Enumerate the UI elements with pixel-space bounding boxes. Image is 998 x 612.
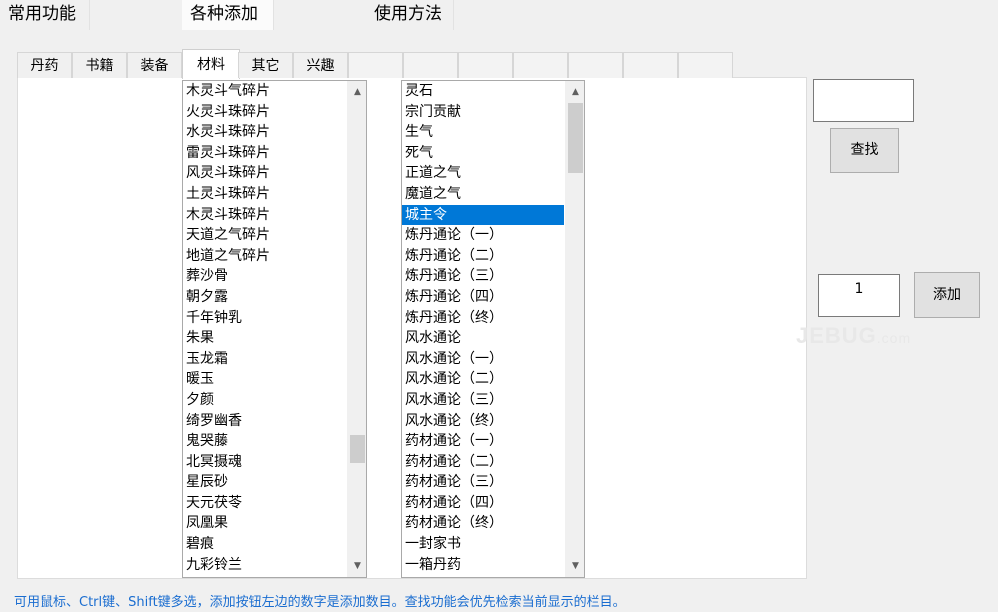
list-item[interactable]: 碧痕: [183, 534, 345, 555]
list-item[interactable]: 风水通论: [402, 328, 564, 349]
list-item[interactable]: 药材通论（四）: [402, 493, 564, 514]
list-item[interactable]: 地道之气碎片: [183, 246, 345, 267]
list-item[interactable]: 一封家书: [402, 534, 564, 555]
list-item[interactable]: 药材通论（二）: [402, 452, 564, 473]
list-item[interactable]: 北冥摄魂: [183, 452, 345, 473]
tab-empty[interactable]: [403, 52, 458, 78]
list-item[interactable]: 天元茯苓: [183, 493, 345, 514]
list-item[interactable]: 鬼哭藤: [183, 431, 345, 452]
list-item[interactable]: 水灵斗珠碎片: [183, 122, 345, 143]
list-item[interactable]: 火灵斗珠碎片: [183, 102, 345, 123]
search-button[interactable]: 查找: [830, 128, 899, 173]
items-scrollbar[interactable]: ▲ ▼: [565, 81, 584, 577]
list-item[interactable]: 绮罗幽香: [183, 411, 345, 432]
tab-usage[interactable]: 使用方法: [366, 0, 454, 30]
materials-listbox[interactable]: 木灵斗气碎片 火灵斗珠碎片 水灵斗珠碎片 雷灵斗珠碎片 风灵斗珠碎片 土灵斗珠碎片 木灵斗珠…: [182, 80, 367, 578]
tab-others[interactable]: 其它: [238, 52, 293, 78]
quantity-input[interactable]: 1: [818, 274, 900, 317]
list-item[interactable]: 玉龙霜: [183, 349, 345, 370]
tab-materials[interactable]: 材料: [182, 49, 240, 79]
tab-interests[interactable]: 兴趣: [293, 52, 348, 78]
list-item[interactable]: 炼丹通论（二）: [402, 246, 564, 267]
list-item[interactable]: 夕颜: [183, 390, 345, 411]
materials-list: 木灵斗气碎片 火灵斗珠碎片 水灵斗珠碎片 雷灵斗珠碎片 风灵斗珠碎片 土灵斗珠碎片 木灵斗珠…: [183, 81, 345, 575]
list-item[interactable]: 城主令: [402, 204, 564, 226]
list-item[interactable]: 风水通论（二）: [402, 369, 564, 390]
list-item[interactable]: 朝夕露: [183, 287, 345, 308]
list-item[interactable]: 炼丹通论（三）: [402, 266, 564, 287]
list-item[interactable]: 药材通论（终）: [402, 513, 564, 534]
list-item[interactable]: 风水通论（一）: [402, 349, 564, 370]
tab-empty[interactable]: [623, 52, 678, 78]
list-item[interactable]: 星辰砂: [183, 472, 345, 493]
add-button[interactable]: 添加: [914, 272, 980, 318]
list-item[interactable]: 灵石: [402, 81, 564, 102]
scroll-down-icon[interactable]: ▼: [348, 557, 366, 575]
list-item[interactable]: 生气: [402, 122, 564, 143]
tab-equipment[interactable]: 装备: [127, 52, 182, 78]
items-list: 灵石 宗门贡献 生气 死气 正道之气 魔道之气 城主令 炼丹通论（一） 炼丹通论（二） 炼丹通论（…: [402, 81, 564, 575]
tab-common-functions[interactable]: 常用功能: [0, 0, 90, 30]
scroll-down-icon[interactable]: ▼: [566, 557, 584, 575]
list-item[interactable]: 九彩铃兰: [183, 555, 345, 576]
list-item[interactable]: 风水通论（终）: [402, 411, 564, 432]
items-listbox[interactable]: 灵石 宗门贡献 生气 死气 正道之气 魔道之气 城主令 炼丹通论（一） 炼丹通论（二） 炼丹通论（…: [401, 80, 585, 578]
tab-empty[interactable]: [568, 52, 623, 78]
scroll-thumb[interactable]: [568, 103, 583, 173]
help-text: 可用鼠标、Ctrl键、Shift键多选，添加按钮左边的数字是添加数目。查找功能会…: [14, 595, 626, 610]
scroll-thumb[interactable]: [350, 435, 365, 463]
list-item[interactable]: 朱果: [183, 328, 345, 349]
list-item[interactable]: 雷灵斗珠碎片: [183, 143, 345, 164]
scroll-up-icon[interactable]: ▲: [566, 83, 584, 101]
list-item[interactable]: 宗门贡献: [402, 102, 564, 123]
list-item[interactable]: 木灵斗珠碎片: [183, 205, 345, 226]
list-item[interactable]: 正道之气: [402, 163, 564, 184]
tab-books[interactable]: 书籍: [72, 52, 127, 78]
top-tab-bar: 常用功能 各种添加 使用方法: [0, 0, 998, 30]
tab-pills[interactable]: 丹药: [17, 52, 72, 78]
list-item[interactable]: 炼丹通论（一）: [402, 225, 564, 246]
watermark-logo: JEBUG.com: [796, 323, 912, 348]
list-item[interactable]: 风灵斗珠碎片: [183, 163, 345, 184]
tab-empty[interactable]: [348, 52, 403, 78]
tab-empty[interactable]: [678, 52, 733, 78]
list-item[interactable]: 凤凰果: [183, 513, 345, 534]
list-item[interactable]: 一箱丹药: [402, 555, 564, 576]
list-item[interactable]: 死气: [402, 143, 564, 164]
search-input[interactable]: [813, 79, 914, 122]
list-item[interactable]: 土灵斗珠碎片: [183, 184, 345, 205]
list-item[interactable]: 千年钟乳: [183, 308, 345, 329]
materials-scrollbar[interactable]: ▲ ▼: [347, 81, 366, 577]
list-item[interactable]: 炼丹通论（四）: [402, 287, 564, 308]
scroll-up-icon[interactable]: ▲: [348, 83, 366, 101]
tab-empty[interactable]: [458, 52, 513, 78]
list-item[interactable]: 炼丹通论（终）: [402, 308, 564, 329]
list-item[interactable]: 魔道之气: [402, 184, 564, 205]
list-item[interactable]: 药材通论（一）: [402, 431, 564, 452]
list-item[interactable]: 暖玉: [183, 369, 345, 390]
list-item[interactable]: 木灵斗气碎片: [183, 81, 345, 102]
list-item[interactable]: 风水通论（三）: [402, 390, 564, 411]
tab-various-add[interactable]: 各种添加: [182, 0, 274, 30]
list-item[interactable]: 天道之气碎片: [183, 225, 345, 246]
tab-empty[interactable]: [513, 52, 568, 78]
list-item[interactable]: 葬沙骨: [183, 266, 345, 287]
list-item[interactable]: 药材通论（三）: [402, 472, 564, 493]
